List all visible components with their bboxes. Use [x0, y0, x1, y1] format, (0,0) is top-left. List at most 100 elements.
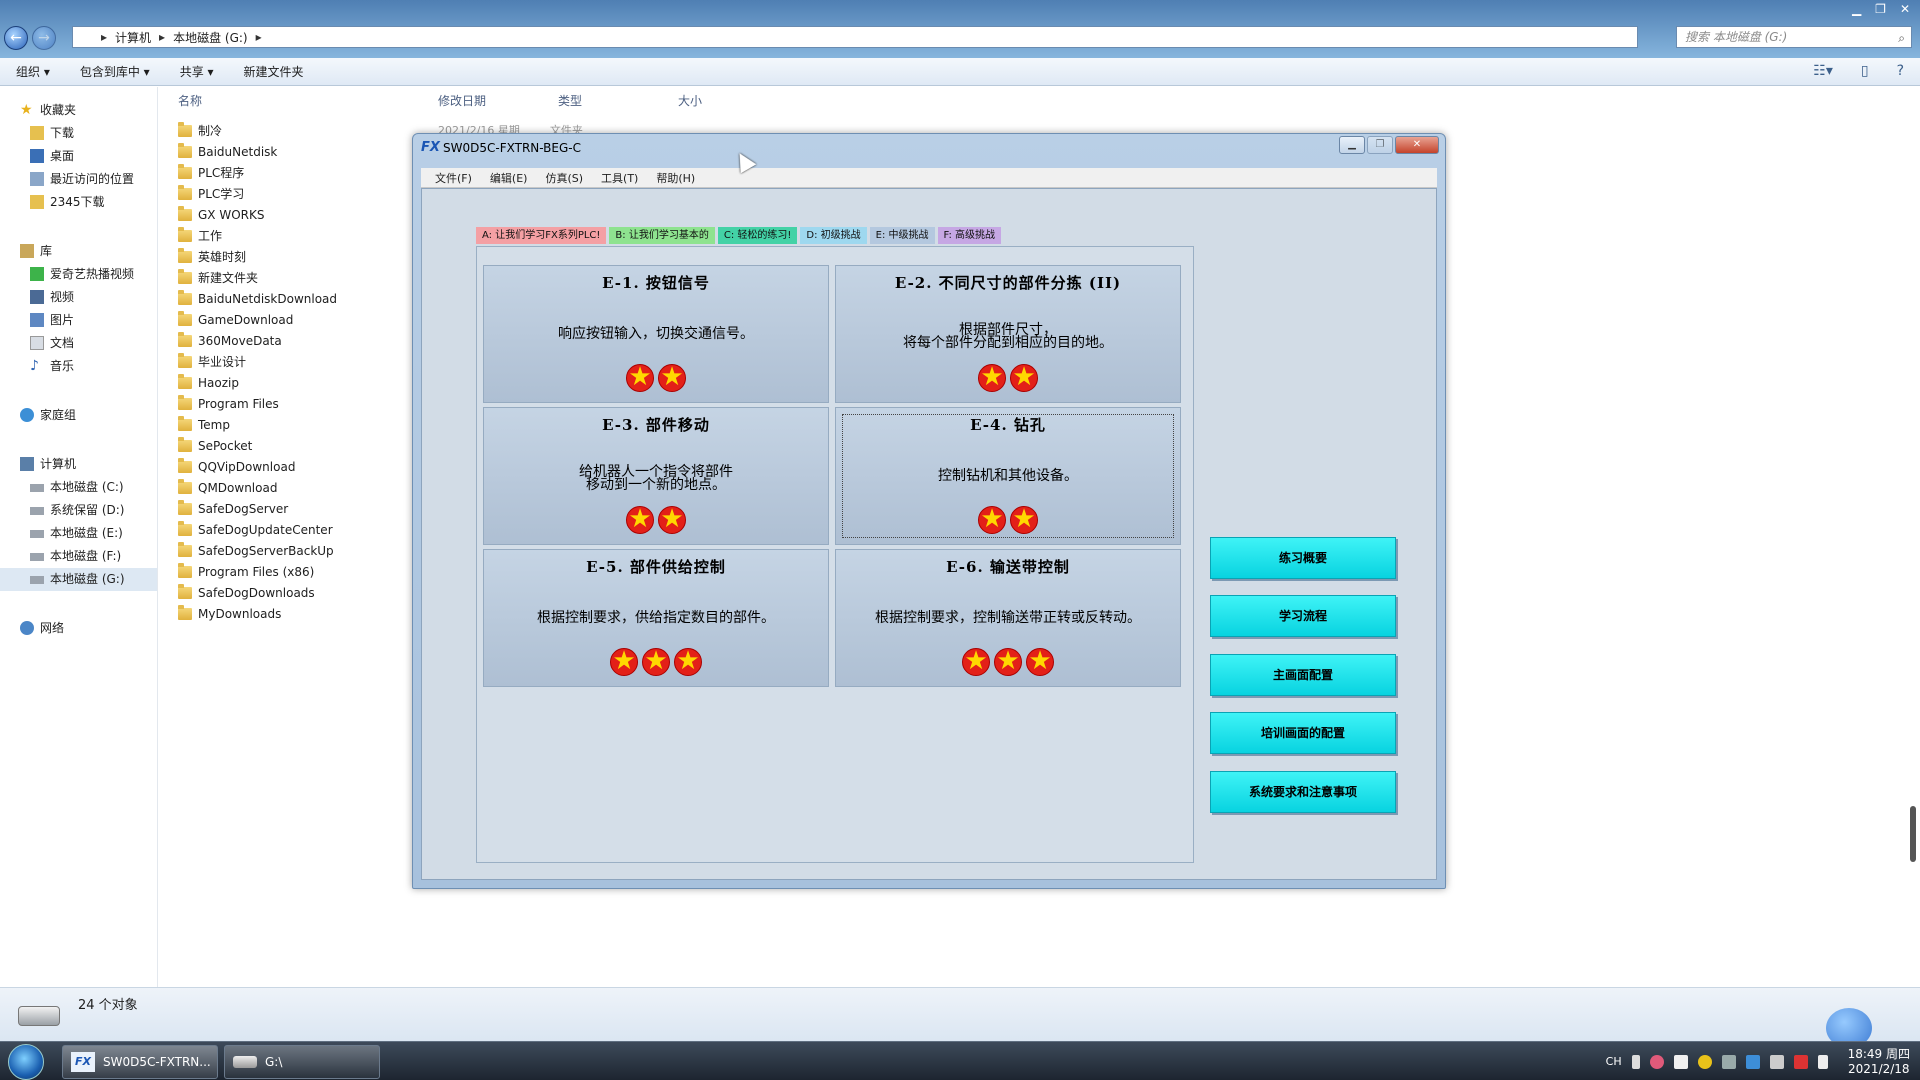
column-modified[interactable]: 修改日期: [438, 92, 558, 116]
tab-f[interactable]: F: 高级挑战: [937, 227, 1002, 244]
file-row[interactable]: 新建文件夹: [176, 268, 337, 289]
taskbar-explorer[interactable]: G:\: [224, 1045, 380, 1079]
start-button[interactable]: [8, 1044, 44, 1080]
file-row[interactable]: 工作: [176, 226, 337, 247]
nav-item-documents[interactable]: 文档: [0, 332, 157, 355]
address-input[interactable]: ▸ 计算机 ▸ 本地磁盘 (G:) ▸: [72, 26, 1638, 48]
learning-flow-button[interactable]: 学习流程: [1210, 595, 1396, 637]
search-input[interactable]: 搜索 本地磁盘 (G:) ⌕: [1676, 26, 1912, 48]
notification-icon[interactable]: [1673, 1054, 1688, 1069]
file-row[interactable]: PLC学习: [176, 184, 337, 205]
nav-item-drive-d[interactable]: 系统保留 (D:): [0, 499, 157, 522]
training-screen-config-button[interactable]: 培训画面的配置: [1210, 712, 1396, 754]
tool-icon[interactable]: [1721, 1054, 1736, 1069]
file-row[interactable]: Program Files (x86): [176, 562, 337, 583]
file-row[interactable]: MyDownloads: [176, 604, 337, 625]
tab-d[interactable]: D: 初级挑战: [800, 227, 867, 244]
preview-pane-icon[interactable]: ▯: [1861, 63, 1869, 79]
app-minimize-button[interactable]: ▁: [1339, 136, 1365, 154]
flower-icon[interactable]: [1649, 1054, 1664, 1069]
nav-item-iqiyi[interactable]: 爱奇艺热播视频: [0, 263, 157, 286]
security-icon[interactable]: [1697, 1054, 1712, 1069]
menu-tools[interactable]: 工具(T): [601, 170, 638, 186]
menu-edit[interactable]: 编辑(E): [490, 170, 528, 186]
file-row[interactable]: SafeDogServer: [176, 499, 337, 520]
display-icon[interactable]: [1769, 1054, 1784, 1069]
nav-item-drive-f[interactable]: 本地磁盘 (F:): [0, 545, 157, 568]
column-size[interactable]: 大小: [678, 92, 758, 116]
menu-simulate[interactable]: 仿真(S): [545, 170, 583, 186]
challenge-card-e3[interactable]: E-3. 部件移动 给机器人一个指令将部件 移动到一个新的地点。: [483, 407, 829, 545]
nav-item-downloads[interactable]: 下载: [0, 122, 157, 145]
volume-muted-icon[interactable]: [1793, 1054, 1808, 1069]
network-signal-icon[interactable]: [1817, 1054, 1828, 1069]
file-row[interactable]: 英雄时刻: [176, 247, 337, 268]
file-row[interactable]: Haozip: [176, 373, 337, 394]
nav-item-2345-downloads[interactable]: 2345下载: [0, 191, 157, 214]
new-folder-button[interactable]: 新建文件夹: [244, 63, 304, 80]
nav-item-drive-g[interactable]: 本地磁盘 (G:): [0, 568, 157, 591]
file-row[interactable]: 制冷: [176, 121, 337, 142]
maximize-icon[interactable]: ❐: [1875, 2, 1886, 16]
scrollbar-thumb[interactable]: [1910, 806, 1916, 862]
close-icon[interactable]: ✕: [1900, 2, 1910, 16]
include-library-menu[interactable]: 包含到库中 ▾: [80, 63, 150, 80]
file-row[interactable]: SePocket: [176, 436, 337, 457]
nav-item-desktop[interactable]: 桌面: [0, 145, 157, 168]
nav-item-drive-e[interactable]: 本地磁盘 (E:): [0, 522, 157, 545]
tab-c[interactable]: C: 轻松的练习!: [717, 227, 798, 244]
system-requirements-button[interactable]: 系统要求和注意事项: [1210, 771, 1396, 813]
file-row[interactable]: BaiduNetdisk: [176, 142, 337, 163]
share-menu[interactable]: 共享 ▾: [180, 63, 214, 80]
input-language[interactable]: CH: [1606, 1055, 1622, 1068]
search-icon[interactable]: ⌕: [1898, 28, 1905, 48]
back-button[interactable]: ←: [4, 26, 28, 50]
nav-item-drive-c[interactable]: 本地磁盘 (C:): [0, 476, 157, 499]
nav-item-recent[interactable]: 最近访问的位置: [0, 168, 157, 191]
challenge-card-e5[interactable]: E-5. 部件供给控制 根据控制要求，供给指定数目的部件。: [483, 549, 829, 687]
nav-libraries[interactable]: 库: [0, 240, 157, 263]
app-maximize-button[interactable]: ❐: [1367, 136, 1393, 154]
nav-homegroup[interactable]: 家庭组: [0, 404, 157, 427]
file-row[interactable]: BaiduNetdiskDownload: [176, 289, 337, 310]
file-row[interactable]: SafeDogUpdateCenter: [176, 520, 337, 541]
clock[interactable]: 18:49 周四 2021/2/18: [1848, 1047, 1910, 1077]
file-row[interactable]: 360MoveData: [176, 331, 337, 352]
file-row[interactable]: GX WORKS: [176, 205, 337, 226]
nav-item-videos[interactable]: 视频: [0, 286, 157, 309]
taskbar-app-fxtrn[interactable]: FX SW0D5C-FXTRN...: [62, 1045, 218, 1079]
tab-b[interactable]: B: 让我们学习基本的: [609, 227, 715, 244]
app-tray-icon[interactable]: [1745, 1054, 1760, 1069]
forward-button[interactable]: →: [32, 26, 56, 50]
nav-item-music[interactable]: ♪ 音乐: [0, 355, 157, 378]
file-row[interactable]: QMDownload: [176, 478, 337, 499]
exercise-overview-button[interactable]: 练习概要: [1210, 537, 1396, 579]
app-titlebar[interactable]: FX SW0D5C-FXTRN-BEG-C ▁ ❐ ✕: [413, 134, 1445, 162]
breadcrumb-computer[interactable]: 计算机: [115, 29, 151, 46]
nav-computer[interactable]: 计算机: [0, 453, 157, 476]
app-close-button[interactable]: ✕: [1395, 136, 1439, 154]
file-row[interactable]: Temp: [176, 415, 337, 436]
organize-menu[interactable]: 组织 ▾: [16, 63, 50, 80]
help-icon[interactable]: ?: [1897, 63, 1904, 79]
challenge-card-e1[interactable]: E-1. 按钮信号 响应按钮输入，切换交通信号。: [483, 265, 829, 403]
file-row[interactable]: QQVipDownload: [176, 457, 337, 478]
file-row[interactable]: Program Files: [176, 394, 337, 415]
column-name[interactable]: 名称: [170, 92, 438, 116]
minimize-icon[interactable]: ▁: [1852, 2, 1861, 16]
tab-e[interactable]: E: 中级挑战: [869, 227, 935, 244]
file-row[interactable]: 毕业设计: [176, 352, 337, 373]
nav-network[interactable]: 网络: [0, 617, 157, 640]
file-row[interactable]: SafeDogServerBackUp: [176, 541, 337, 562]
view-options-icon[interactable]: ☷▾: [1813, 63, 1833, 79]
menu-help[interactable]: 帮助(H): [656, 170, 695, 186]
keyboard-icon[interactable]: [1631, 1054, 1640, 1069]
challenge-card-e4[interactable]: E-4. 钻孔 控制钻机和其他设备。: [835, 407, 1181, 545]
file-row[interactable]: SafeDogDownloads: [176, 583, 337, 604]
nav-item-pictures[interactable]: 图片: [0, 309, 157, 332]
nav-favorites[interactable]: ★ 收藏夹: [0, 99, 157, 122]
tab-a[interactable]: A: 让我们学习FX系列PLC!: [476, 227, 607, 244]
breadcrumb-drive-g[interactable]: 本地磁盘 (G:): [173, 29, 248, 46]
file-row[interactable]: GameDownload: [176, 310, 337, 331]
menu-file[interactable]: 文件(F): [435, 170, 472, 186]
